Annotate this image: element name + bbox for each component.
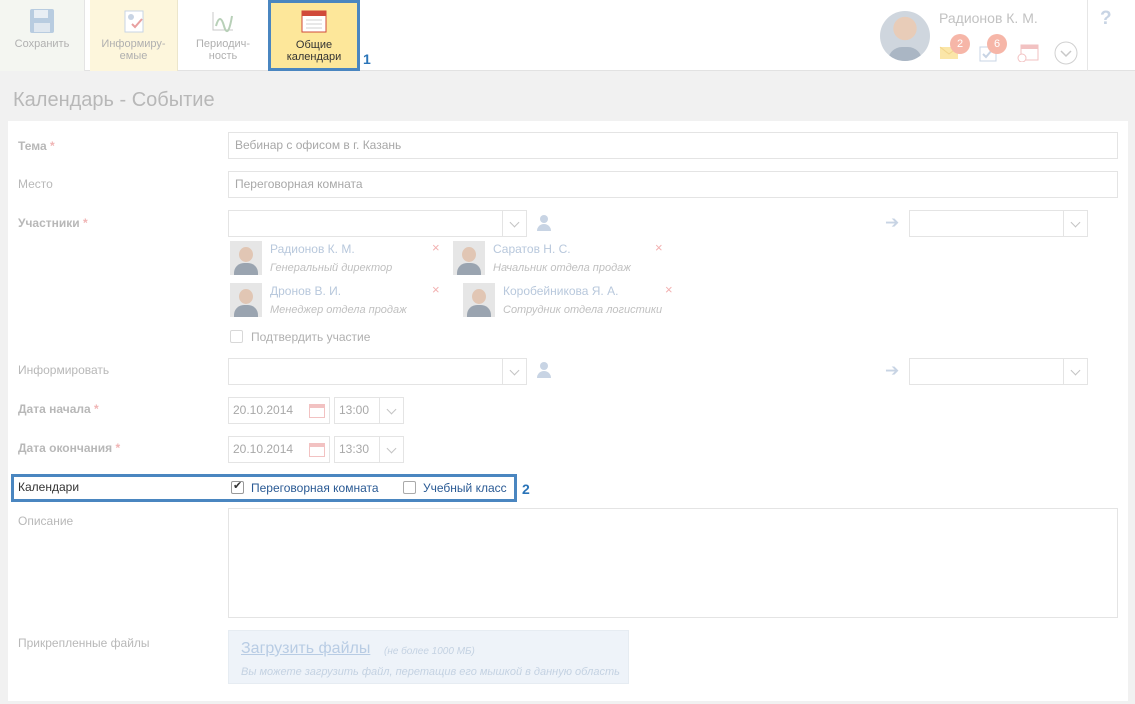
participant-name[interactable]: Саратов Н. С. xyxy=(493,242,571,256)
description-label: Описание xyxy=(18,514,74,528)
start-date-input[interactable]: 20.10.2014 xyxy=(228,397,330,424)
save-icon xyxy=(29,8,55,34)
end-date-value: 20.10.2014 xyxy=(233,442,294,456)
chevron-down-icon[interactable] xyxy=(379,398,403,423)
participant-card: Радионов К. М. Генеральный директор × xyxy=(230,240,460,281)
end-time-select[interactable]: 13:30 xyxy=(334,436,404,463)
participant-role: Генеральный директор xyxy=(270,262,393,274)
chevron-down-icon[interactable] xyxy=(502,359,526,384)
participant-photo xyxy=(453,241,485,275)
upload-limit: (не более 1000 МБ) xyxy=(384,646,475,657)
user-name[interactable]: Радионов К. М. xyxy=(939,10,1038,26)
event-editor-page: Сохранить Информиру- емые Периодич- ност… xyxy=(0,0,1135,704)
participant-name[interactable]: Коробейникова Я. А. xyxy=(503,284,618,298)
save-label: Сохранить xyxy=(14,38,70,50)
confirm-participation-checkbox[interactable] xyxy=(230,330,243,343)
calendar-option-meeting-room[interactable]: Переговорная комната xyxy=(251,481,379,495)
help-icon[interactable]: ? xyxy=(1100,8,1112,30)
remove-icon[interactable]: × xyxy=(432,282,440,297)
checklist-person-icon xyxy=(121,8,147,34)
person-icon[interactable] xyxy=(537,215,551,231)
person-icon[interactable] xyxy=(537,362,551,378)
callout-number-2: 2 xyxy=(522,481,530,497)
participant-name[interactable]: Дронов В. И. xyxy=(270,284,341,298)
avatar[interactable] xyxy=(880,11,930,61)
start-date-label: Дата начала * xyxy=(18,402,99,416)
chevron-down-icon[interactable] xyxy=(1063,211,1087,236)
calendar-option-classroom[interactable]: Учебный класс xyxy=(423,481,507,495)
chevron-down-icon[interactable] xyxy=(379,437,403,462)
participant-role: Менеджер отдела продаж xyxy=(270,304,407,316)
start-time-value: 13:00 xyxy=(339,403,370,417)
participant-role: Начальник отдела продаж xyxy=(493,262,631,274)
save-button[interactable]: Сохранить xyxy=(0,0,85,71)
upload-hint: Вы можете загрузить файл, перетащив его … xyxy=(241,666,620,678)
start-date-value: 20.10.2014 xyxy=(233,403,294,417)
participants-select[interactable] xyxy=(228,210,527,237)
participant-role: Сотрудник отдела логистики xyxy=(503,304,663,316)
calendar-option-checkbox-meeting-room[interactable] xyxy=(231,479,244,494)
mail-count-badge: 2 xyxy=(950,34,970,54)
file-drop-area[interactable]: Загрузить файлы (не более 1000 МБ) Вы мо… xyxy=(228,630,629,684)
periodicity-label-2: ность xyxy=(208,50,238,62)
participant-photo xyxy=(230,241,262,275)
attached-files-label: Прикрепленные файлы xyxy=(18,636,150,650)
end-date-label: Дата окончания * xyxy=(18,441,121,455)
participant-photo xyxy=(230,283,262,317)
tasks-count-badge: 6 xyxy=(987,34,1007,54)
confirm-participation-label[interactable]: Подтвердить участие xyxy=(251,330,370,344)
shared-calendars-button[interactable]: Общие календари xyxy=(268,0,360,71)
description-textarea[interactable] xyxy=(228,508,1118,618)
participant-photo xyxy=(463,283,495,317)
chevron-down-icon[interactable] xyxy=(1063,359,1087,384)
page-title: Календарь - Событие xyxy=(13,89,215,111)
start-time-select[interactable]: 13:00 xyxy=(334,397,404,424)
place-input[interactable]: Переговорная комната xyxy=(228,171,1118,198)
callout-number-1: 1 xyxy=(363,51,371,67)
participants-target-select[interactable] xyxy=(909,210,1088,237)
remove-icon[interactable]: × xyxy=(655,240,663,255)
chevron-down-icon[interactable] xyxy=(502,211,526,236)
toolbar: Сохранить Информиру- емые Периодич- ност… xyxy=(0,0,1135,71)
periodicity-icon xyxy=(210,8,236,34)
periodicity-button[interactable]: Периодич- ность xyxy=(180,0,266,71)
remove-icon[interactable]: × xyxy=(665,282,673,297)
calendar-icon[interactable] xyxy=(309,443,325,457)
informed-label-2: емые xyxy=(119,50,148,62)
calendar-reminder-icon[interactable] xyxy=(1017,44,1039,63)
chevron-down-icon[interactable] xyxy=(1054,41,1078,65)
calendar-option-checkbox-classroom[interactable] xyxy=(403,481,416,494)
arrow-right-icon[interactable]: ➔ xyxy=(885,214,899,231)
calendar-icon xyxy=(301,9,327,35)
periodicity-label-1: Периодич- xyxy=(195,38,251,50)
informed-button[interactable]: Информиру- емые xyxy=(90,0,178,71)
arrow-right-icon[interactable]: ➔ xyxy=(885,362,899,379)
end-time-value: 13:30 xyxy=(339,442,370,456)
calendar-icon[interactable] xyxy=(309,404,325,418)
participants-label: Участники * xyxy=(18,216,88,230)
subject-input[interactable]: Вебинар с офисом в г. Казань xyxy=(228,132,1118,159)
end-date-input[interactable]: 20.10.2014 xyxy=(228,436,330,463)
inform-label: Информировать xyxy=(18,363,110,377)
user-panel: Радионов К. М. 2 6 xyxy=(870,0,1088,71)
inform-select[interactable] xyxy=(228,358,527,385)
informed-label-1: Информиру- xyxy=(101,38,166,50)
shared-calendars-label-2: календари xyxy=(286,51,342,63)
remove-icon[interactable]: × xyxy=(432,240,440,255)
shared-calendars-label-1: Общие xyxy=(295,39,333,51)
calendars-label: Календари xyxy=(18,480,80,494)
subject-label: Тема * xyxy=(18,139,55,153)
participant-card: Дронов В. И. Менеджер отдела продаж × xyxy=(230,282,460,323)
participant-card: Саратов Н. С. Начальник отдела продаж × xyxy=(453,240,683,281)
upload-files-link[interactable]: Загрузить файлы xyxy=(241,640,370,658)
participant-card: Коробейникова Я. А. Сотрудник отдела лог… xyxy=(463,282,693,323)
inform-target-select[interactable] xyxy=(909,358,1088,385)
participant-name[interactable]: Радионов К. М. xyxy=(270,242,355,256)
place-label: Место xyxy=(18,177,53,191)
